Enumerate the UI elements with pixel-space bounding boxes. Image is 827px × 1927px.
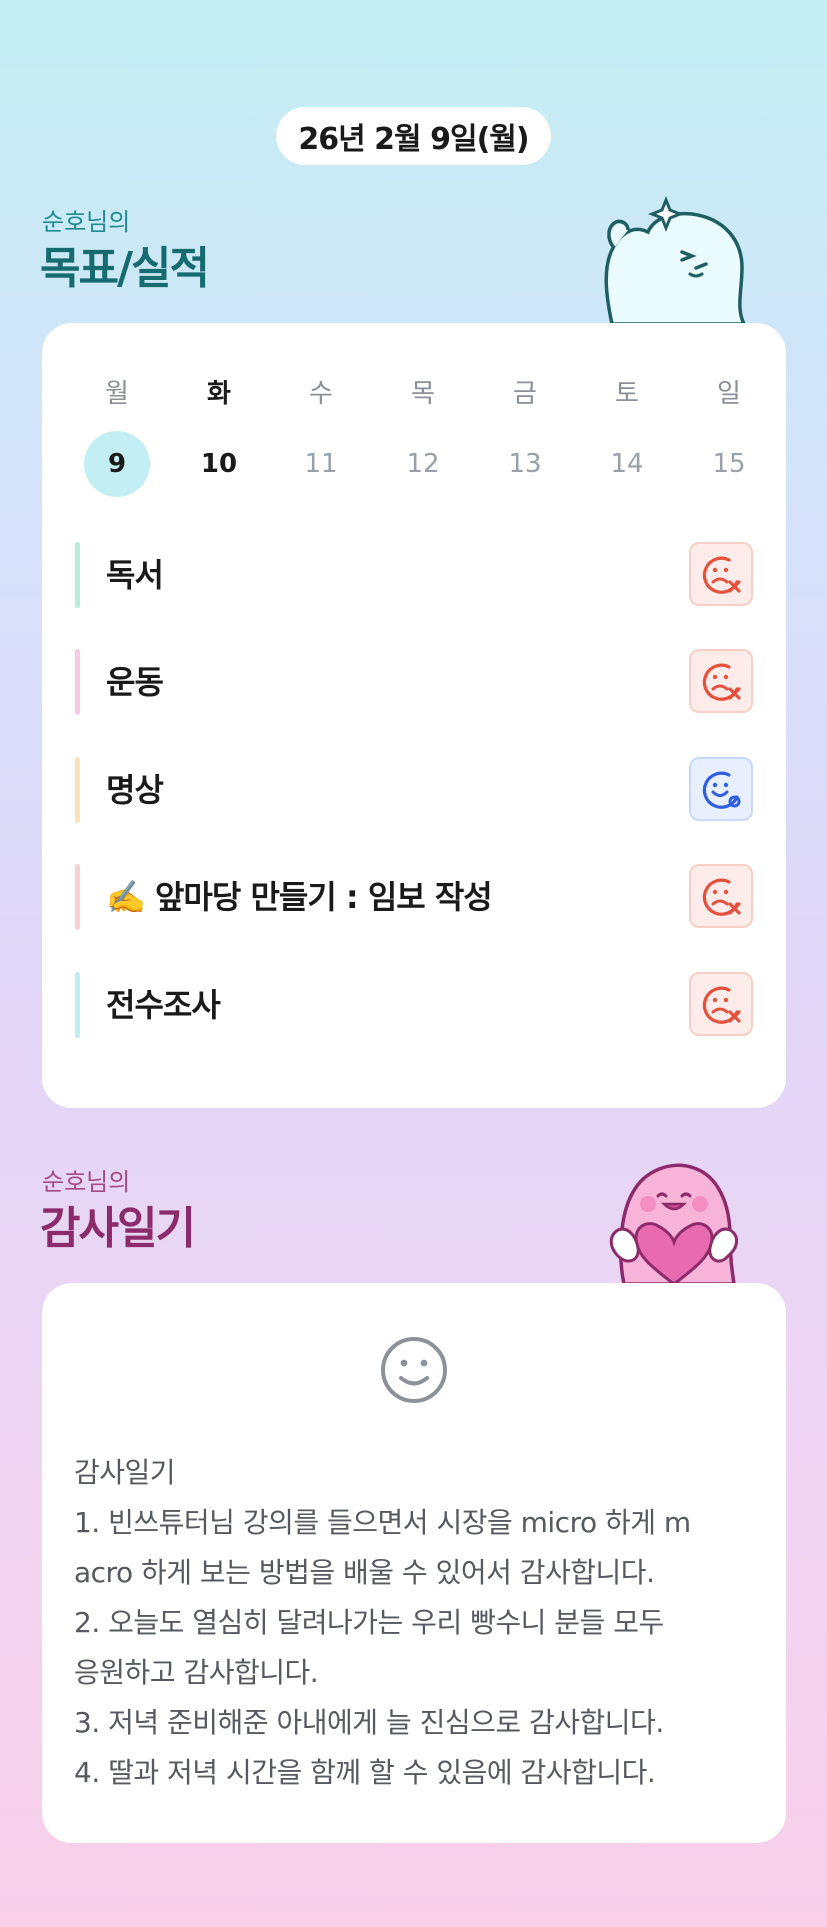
smile-face-icon [381, 1337, 447, 1403]
day-12[interactable]: 12 [390, 431, 456, 497]
dow-tue: 화 [207, 379, 231, 409]
sad-face-x-icon [702, 986, 741, 1024]
goal-color-bar [75, 757, 80, 823]
dow-wed: 수 [309, 379, 333, 409]
goal-status-fail-button[interactable] [689, 649, 753, 713]
diary-line: 감사일기 [74, 1456, 176, 1489]
goal-label: ✍️ 앞마당 만들기 : 임보 작성 [106, 878, 493, 916]
heart-mascot-illustration [609, 1163, 738, 1284]
sad-face-x-icon [702, 556, 741, 594]
goals-card: 월 화 수 목 금 토 일 9 10 11 12 13 14 15 독서 운동 … [42, 323, 786, 1108]
goal-item[interactable]: 독서 [75, 542, 753, 608]
day-13[interactable]: 13 [492, 431, 558, 497]
diary-line: 4. 딸과 저녁 시간을 함께 할 수 있음에 감사합니다. [74, 1756, 656, 1789]
day-11[interactable]: 11 [288, 431, 354, 497]
happy-face-check-icon [702, 771, 741, 809]
goal-item[interactable]: 운동 [75, 649, 753, 715]
sad-face-x-icon [702, 663, 741, 701]
goal-label: 운동 [106, 663, 164, 701]
date-pill[interactable]: 26년 2월 9일(월) [276, 107, 551, 165]
dow-sat: 토 [615, 379, 639, 409]
day-9-selected[interactable]: 9 [84, 431, 150, 497]
sad-face-x-icon [702, 878, 741, 916]
goal-label: 명상 [106, 771, 164, 809]
diary-line: acro 하게 보는 방법을 배울 수 있어서 감사합니다. [74, 1556, 655, 1589]
goal-item[interactable]: 전수조사 [75, 972, 753, 1038]
dow-mon: 월 [105, 379, 129, 409]
goal-status-fail-button[interactable] [689, 542, 753, 606]
goal-color-bar [75, 649, 80, 715]
diary-line: 3. 저녁 준비해준 아내에게 늘 진심으로 감사합니다. [74, 1706, 664, 1739]
goal-status-fail-button[interactable] [689, 864, 753, 928]
diary-line: 1. 빈쓰튜터님 강의를 들으면서 시장을 micro 하게 m [74, 1506, 691, 1539]
goal-color-bar [75, 972, 80, 1038]
diary-line: 응원하고 감사합니다. [74, 1656, 319, 1689]
dow-thu: 목 [411, 379, 435, 409]
goal-color-bar [75, 542, 80, 608]
day-15[interactable]: 15 [696, 431, 762, 497]
goal-item[interactable]: 명상 [75, 757, 753, 823]
gratitude-diary-text: 감사일기 1. 빈쓰튜터님 강의를 들으면서 시장을 micro 하게 m ac… [74, 1448, 764, 1798]
dow-fri: 금 [513, 379, 537, 409]
goals-title: 목표/실적 [40, 243, 210, 294]
diary-line: 2. 오늘도 열심히 달려나가는 우리 빵수니 분들 모두 [74, 1606, 664, 1639]
goal-status-fail-button[interactable] [689, 972, 753, 1036]
day-10[interactable]: 10 [186, 431, 252, 497]
gratitude-card: 감사일기 1. 빈쓰튜터님 강의를 들으면서 시장을 micro 하게 m ac… [42, 1283, 786, 1843]
goal-item[interactable]: ✍️ 앞마당 만들기 : 임보 작성 [75, 864, 753, 930]
ghost-mascot-illustration [604, 196, 746, 324]
goal-label: 전수조사 [106, 986, 221, 1024]
gratitude-title: 감사일기 [40, 1203, 196, 1254]
goal-color-bar [75, 864, 80, 930]
goal-status-done-button[interactable] [689, 757, 753, 821]
goal-label: 독서 [106, 556, 164, 594]
day-14[interactable]: 14 [594, 431, 660, 497]
dow-sun: 일 [717, 379, 741, 409]
